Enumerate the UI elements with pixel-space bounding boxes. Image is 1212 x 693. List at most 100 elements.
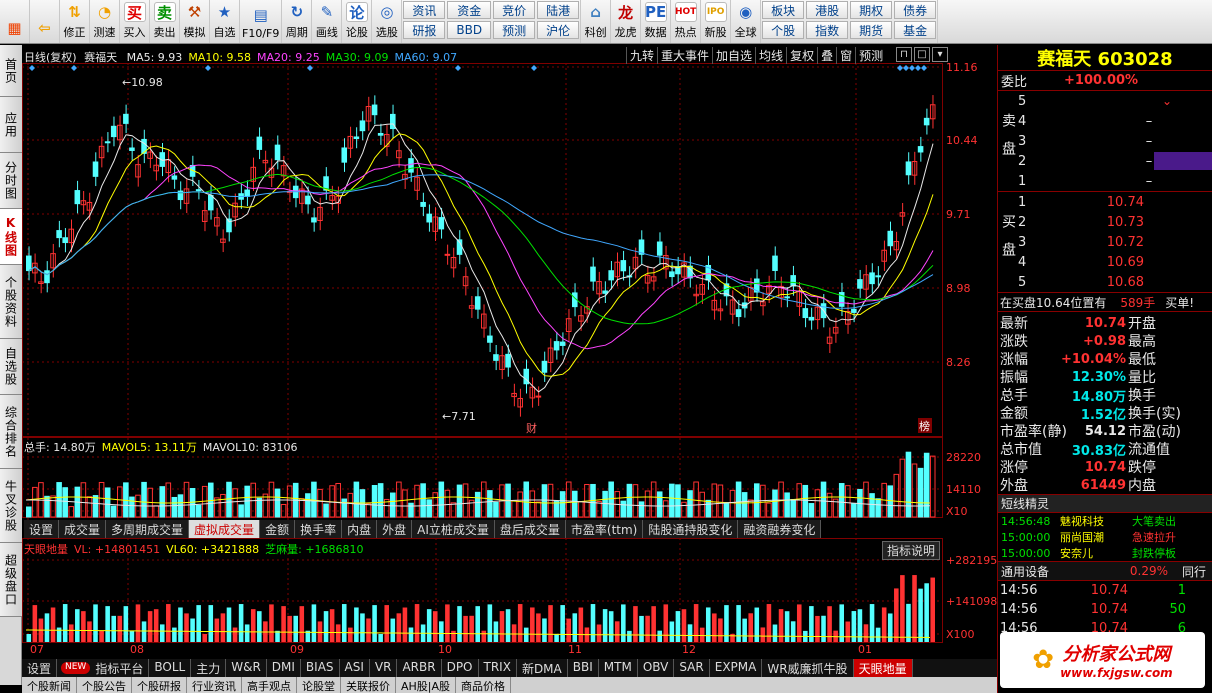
indicator-tab-18[interactable]: EXPMA (710, 659, 763, 677)
indicator-tab-13[interactable]: 新DMA (517, 659, 568, 677)
toolbar.icons2-button-5[interactable]: ◉ 全球 (731, 0, 762, 43)
kline-button-2[interactable]: 加自选 (712, 47, 755, 64)
toolbar-grid2-item[interactable]: 期权 (850, 1, 893, 19)
volume-tab-9[interactable]: 盘后成交量 (494, 520, 566, 538)
toolbar-grid1-item[interactable]: 竞价 (493, 1, 536, 19)
toolbar-grid1-item[interactable]: 资讯 (403, 1, 446, 19)
news-tab-6[interactable]: 关联报价 (341, 677, 396, 693)
indicator-tab-7[interactable]: BIAS (301, 659, 340, 677)
indicator-tab-20[interactable]: 天眼地量 (853, 659, 913, 677)
news-tab-2[interactable]: 个股研报 (132, 677, 187, 693)
toolbar.buttons-button-7[interactable]: ★ 自选 (210, 0, 240, 43)
indicator-tab-11[interactable]: DPO (442, 659, 479, 677)
buy-row[interactable]: 3 10.72 (1018, 232, 1212, 252)
indicator-tab-10[interactable]: ARBR (397, 659, 442, 677)
news-tab-8[interactable]: 商品价格 (456, 677, 512, 693)
side-tab-8[interactable]: 超级盘口 (0, 543, 22, 617)
volume-tab-1[interactable]: 成交量 (59, 520, 107, 538)
news-tab-3[interactable]: 行业资讯 (187, 677, 242, 693)
toolbar.icons2-button-2[interactable]: PE 数据 (641, 0, 672, 43)
volume-tab-10[interactable]: 市盈率(ttm) (565, 520, 644, 538)
kline-button-3[interactable]: 均线 (755, 47, 786, 64)
toolbar.buttons-button-11[interactable]: 论论股 (342, 0, 373, 43)
indicator-tab-9[interactable]: VR (370, 659, 398, 677)
toolbar.buttons-button-8[interactable]: ▤ F10/F9 (240, 0, 283, 43)
side-tab-4[interactable]: 个股资料 (0, 265, 22, 339)
side-tab-2[interactable]: 分时图 (0, 153, 22, 209)
toolbar-grid2-item[interactable]: 板块 (762, 1, 805, 19)
toolbar-grid2-item[interactable]: 基金 (894, 21, 937, 39)
news-tab-1[interactable]: 个股公告 (77, 677, 132, 693)
indicator-tab-17[interactable]: SAR (674, 659, 710, 677)
toolbar-grid2-item[interactable]: 个股 (762, 21, 805, 39)
side-tab-0[interactable]: 首页 (0, 45, 22, 97)
toolbar-grid1-item[interactable]: 研报 (403, 21, 446, 39)
kline-button-0[interactable]: 九转 (626, 47, 657, 64)
volume-tab-6[interactable]: 内盘 (342, 520, 378, 538)
side-tab-3[interactable]: K线图 (0, 209, 22, 265)
toolbar.buttons-button-4[interactable]: 买买入 (120, 0, 150, 43)
volume-tab-3[interactable]: 虚拟成交量 (189, 520, 261, 538)
sell-row[interactable]: 4– (1018, 111, 1212, 131)
side-tab-7[interactable]: 牛叉诊股 (0, 469, 22, 543)
kline-button-1[interactable]: 重大事件 (657, 47, 712, 64)
lock-icon[interactable]: ⊓ (896, 47, 912, 62)
indicator-tab-19[interactable]: WR威廉抓牛股 (762, 659, 854, 677)
volume-tab-12[interactable]: 融资融券变化 (738, 520, 822, 538)
side-tab-6[interactable]: 综合排名 (0, 395, 22, 469)
side-tab-5[interactable]: 自选股 (0, 339, 22, 395)
toolbar-grid1-item[interactable]: 资金 (447, 1, 492, 19)
toolbar.buttons-button-0[interactable]: ▦ (0, 0, 30, 43)
toolbar.buttons-button-3[interactable]: ◔ 测速 (90, 0, 120, 43)
kline-button-6[interactable]: 窗 (836, 47, 855, 64)
sell-row[interactable]: 3– (1018, 131, 1212, 151)
indicator-tab-2[interactable]: 指标平台 (90, 659, 150, 677)
indicator-tab-4[interactable]: 主力 (191, 659, 227, 677)
toolbar.icons2-button-3[interactable]: HOT 热点 (671, 0, 702, 43)
indicator-tab-16[interactable]: OBV (638, 659, 675, 677)
buy-row[interactable]: 5 10.68 (1018, 272, 1212, 292)
toolbar-grid1-item[interactable]: BBD (447, 21, 492, 39)
toolbar-grid2-item[interactable]: 期货 (850, 21, 893, 39)
volume-tab-7[interactable]: 外盘 (377, 520, 413, 538)
collapse-arrow-icon[interactable]: ⌄ (1162, 94, 1172, 108)
news-tab-7[interactable]: AH股|A股 (396, 677, 457, 693)
toolbar-grid1-item[interactable]: 沪伦 (537, 21, 580, 39)
news-tab-5[interactable]: 论股堂 (297, 677, 341, 693)
indicator-tab-0[interactable]: 设置 (22, 659, 58, 677)
toolbar-grid2-item[interactable]: 指数 (806, 21, 849, 39)
volume-tab-8[interactable]: AI立桩成交量 (412, 520, 495, 538)
toolbar.buttons-button-5[interactable]: 卖卖出 (150, 0, 180, 43)
indicator-tab-14[interactable]: BBI (568, 659, 599, 677)
toolbar.buttons-button-12[interactable]: ◎ 选股 (372, 0, 403, 43)
indicator-tab-15[interactable]: MTM (599, 659, 638, 677)
kline-button-5[interactable]: 叠 (817, 47, 836, 64)
news-tab-0[interactable]: 个股新闻 (22, 677, 77, 693)
buy-row[interactable]: 2 10.73 (1018, 212, 1212, 232)
volume-tab-4[interactable]: 金额 (260, 520, 296, 538)
toolbar.icons2-button-4[interactable]: IPO 新股 (701, 0, 732, 43)
indicator-tab-1[interactable]: NEW (61, 662, 91, 674)
toolbar.icons2-button-0[interactable]: ⌂ 科创 (581, 0, 612, 43)
jingling-item[interactable]: 15:00:00 丽尚国潮 急速拉升 (998, 529, 1212, 545)
toolbar-grid2-item[interactable]: 债券 (894, 1, 937, 19)
jingling-item[interactable]: 15:00:00 安奈儿 封跌停板 (998, 545, 1212, 561)
news-tab-4[interactable]: 高手观点 (242, 677, 297, 693)
toolbar-grid1-item[interactable]: 预测 (493, 21, 536, 39)
buy-row[interactable]: 4 10.69 (1018, 252, 1212, 272)
restore-icon[interactable]: □ (914, 47, 930, 62)
volume-tab-5[interactable]: 换手率 (295, 520, 343, 538)
volume-tab-0[interactable]: 设置 (24, 520, 60, 538)
volume-tab-11[interactable]: 陆股通持股变化 (643, 520, 739, 538)
indicator-tab-8[interactable]: ASI (340, 659, 370, 677)
toolbar.icons2-button-1[interactable]: 龙龙虎 (611, 0, 642, 43)
indicator-tab-12[interactable]: TRIX (479, 659, 517, 677)
indicator-tab-3[interactable]: BOLL (149, 659, 192, 677)
kline-button-7[interactable]: 预测 (855, 47, 886, 64)
sell-row[interactable]: 2– (1018, 151, 1212, 171)
volume-tab-2[interactable]: 多周期成交量 (106, 520, 190, 538)
kline-button-4[interactable]: 复权 (786, 47, 817, 64)
toolbar.buttons-button-2[interactable]: ⇅ 修正 (60, 0, 90, 43)
sell-row[interactable]: 5 ⌄ (1018, 91, 1212, 111)
toolbar-grid1-item[interactable]: 陆港 (537, 1, 580, 19)
